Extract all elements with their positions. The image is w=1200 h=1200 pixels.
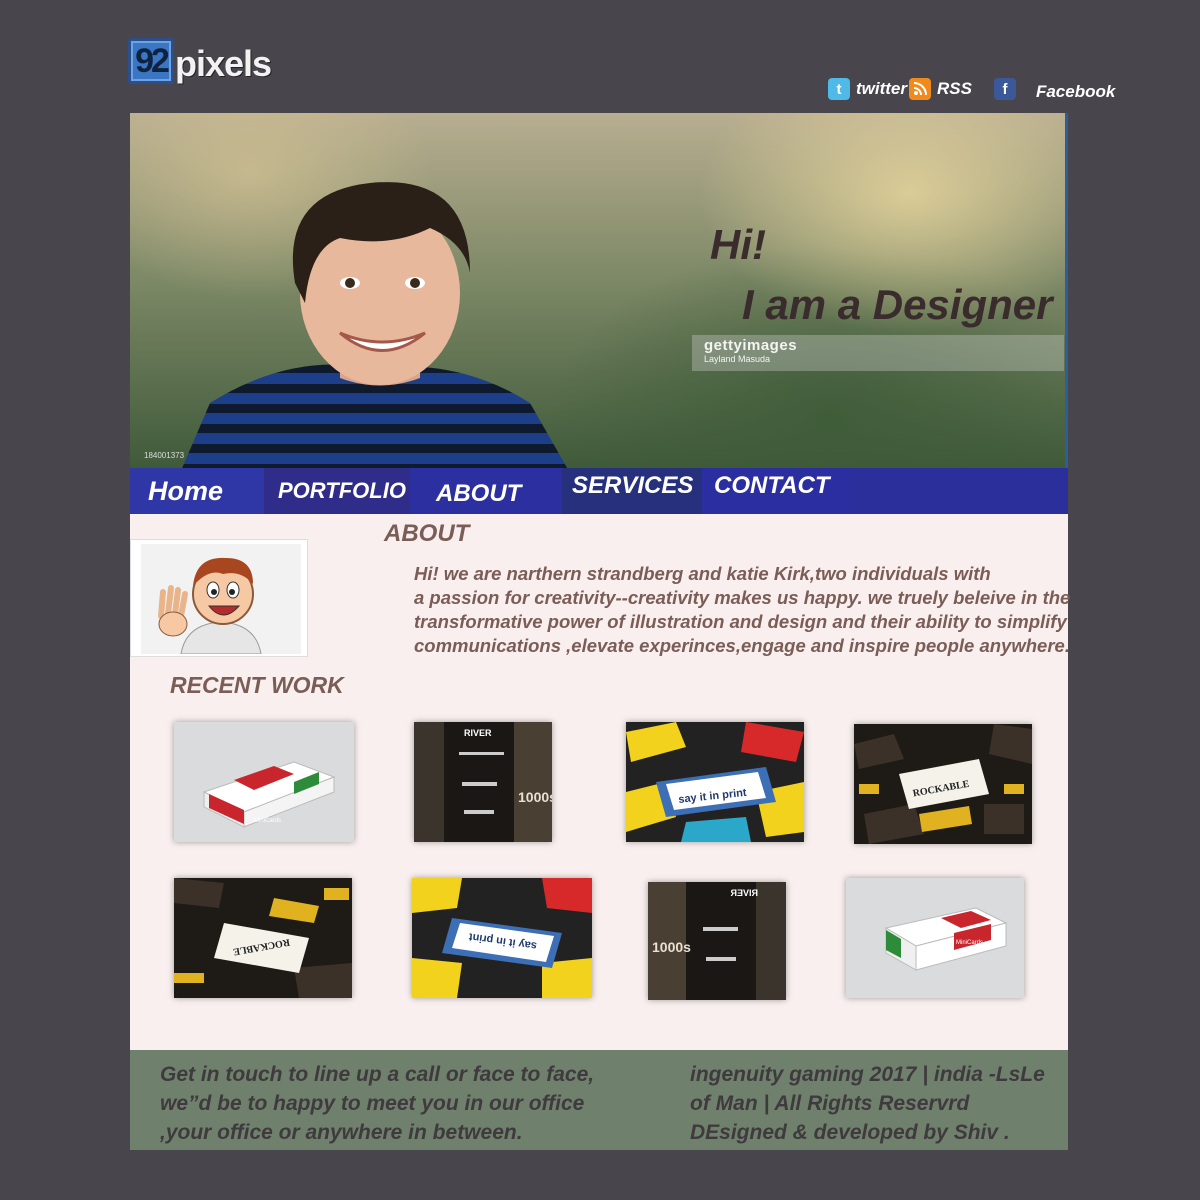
about-text: Hi! we are narthern strandberg and katie… <box>414 562 1071 658</box>
nav-about[interactable]: ABOUT <box>410 468 562 514</box>
rss-icon[interactable] <box>909 78 931 100</box>
facebook-icon[interactable]: f <box>993 78 1016 100</box>
work-thumb-river-2[interactable]: RIVER 1000s <box>648 882 786 1000</box>
watermark-brand: gettyimages <box>704 337 798 354</box>
footer-copyright: ingenuity gaming 2017 | india -LsLe of M… <box>690 1060 1045 1147</box>
nav-portfolio[interactable]: PORTFOLIO <box>264 468 410 514</box>
footer-line: we”d be to happy to meet you in our offi… <box>160 1092 585 1115</box>
work-thumb-print[interactable]: say it in print <box>626 722 804 842</box>
rss-link[interactable]: RSS <box>937 79 972 99</box>
footer-line: ingenuity gaming 2017 | india -LsLe <box>690 1063 1045 1086</box>
about-line: a passion for creativity--creativity mak… <box>414 587 1071 608</box>
work-thumb-river[interactable]: RIVER 1000s <box>414 722 552 842</box>
work-thumb-print-2[interactable]: say it in print <box>412 878 592 998</box>
main-content: ABOUT Hi! we are narthern strandberg and… <box>130 514 1071 1050</box>
footer-contact-text: Get in touch to line up a call or face t… <box>160 1060 594 1147</box>
main-nav: Home PORTFOLIO ABOUT SERVICES CONTACT <box>130 468 1068 514</box>
image-id: 184001373 <box>144 451 185 460</box>
work-thumb-rockable[interactable]: ROCKABLE <box>854 724 1032 844</box>
footer-line: DEsigned & developed by Shiv . <box>690 1121 1010 1144</box>
thumb-label: RIVER <box>730 888 758 898</box>
watermark-credit: Layland Masuda <box>704 354 771 364</box>
thumb-label: RIVER <box>464 728 492 738</box>
footer-line: of Man | All Rights Reservrd <box>690 1092 970 1115</box>
hero-photo <box>182 182 568 468</box>
facebook-link[interactable]: Facebook <box>1036 82 1115 102</box>
work-thumb-minicards-2[interactable]: MiniCards <box>846 878 1024 998</box>
logo-text: pixels <box>175 43 272 84</box>
thumb-label: MiniCards <box>254 818 281 824</box>
site-logo[interactable]: 92 pixels <box>128 38 272 84</box>
svg-text:1000s: 1000s <box>652 939 691 955</box>
social-links: t twitter RSS f Facebook <box>828 76 1115 102</box>
nav-home[interactable]: Home <box>130 468 264 514</box>
hero-banner: Hi! I am a Designer gettyimages Layland … <box>130 113 1068 468</box>
nav-services[interactable]: SERVICES <box>562 468 702 514</box>
recent-work-heading: RECENT WORK <box>170 672 344 698</box>
logo-badge: 92 <box>128 38 174 84</box>
cartoon-avatar <box>130 539 308 657</box>
hero-tagline: I am a Designer <box>742 281 1053 328</box>
cartoon-boy-image <box>141 544 301 654</box>
about-line: transformative power of illustration and… <box>414 611 1067 632</box>
getty-watermark: gettyimages Layland Masuda <box>692 335 1064 371</box>
work-thumb-minicards[interactable]: MiniCards <box>174 722 354 842</box>
twitter-link[interactable]: twitter <box>856 79 907 99</box>
about-line: communications ,elevate experinces,engag… <box>414 635 1070 656</box>
hero-greeting: Hi! <box>710 221 766 268</box>
about-heading: ABOUT <box>384 520 470 547</box>
site-footer: Get in touch to line up a call or face t… <box>130 1050 1068 1150</box>
footer-line: ,your office or anywhere in between. <box>160 1121 523 1144</box>
footer-line: Get in touch to line up a call or face t… <box>160 1063 595 1086</box>
twitter-icon[interactable]: t <box>828 78 850 100</box>
work-thumb-rockable-2[interactable]: ROCKABLE <box>174 878 352 998</box>
thumb-label: MiniCards <box>956 940 983 946</box>
svg-text:1000s: 1000s <box>518 789 552 805</box>
about-line: Hi! we are narthern strandberg and katie… <box>414 563 991 584</box>
nav-contact[interactable]: CONTACT <box>702 468 850 514</box>
